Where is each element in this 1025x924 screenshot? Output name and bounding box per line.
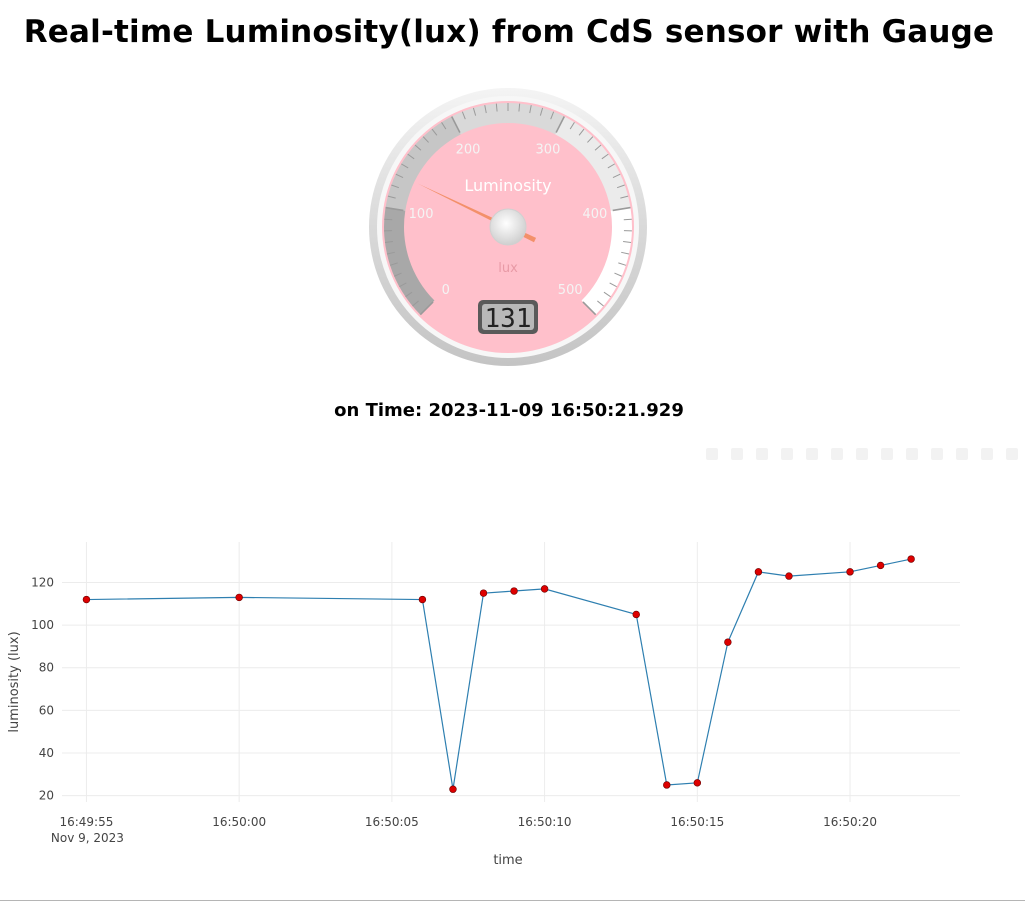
zoom-out-icon[interactable] (856, 448, 868, 460)
bottom-divider (0, 900, 1025, 901)
chart-grid (62, 542, 960, 802)
gauge-value-box: 131 (478, 300, 538, 334)
gauge-tick-label: 200 (456, 143, 481, 158)
pan-icon[interactable] (756, 448, 768, 460)
x-axis-title: time (493, 853, 522, 868)
luminosity-series-line (86, 558, 912, 790)
gauge-tick-label: 400 (583, 207, 608, 222)
gauge-tick-label: 100 (409, 207, 434, 222)
camera-icon[interactable] (706, 448, 718, 460)
box-select-icon[interactable] (781, 448, 793, 460)
y-tick-label: 100 (31, 618, 54, 632)
y-axis-title: luminosity (lux) (7, 631, 22, 732)
data-point[interactable] (907, 555, 915, 563)
data-point[interactable] (449, 785, 457, 793)
lasso-select-icon[interactable] (806, 448, 818, 460)
x-tick-label: 16:50:05 (365, 815, 419, 829)
gauge-tick-label: 300 (536, 143, 561, 158)
timestamp-text: on Time: 2023-11-09 16:50:21.929 (334, 400, 684, 421)
data-point[interactable] (693, 779, 702, 787)
hover-closest-icon[interactable] (956, 448, 968, 460)
data-point[interactable] (663, 781, 671, 789)
luminosity-line-chart: 20 40 60 80 100 120 16:49:55 Nov 9, 2023 16:50:0… (7, 542, 960, 868)
data-point[interactable] (846, 568, 854, 576)
y-tick-label: 20 (39, 789, 54, 803)
gauge-value: 131 (485, 304, 532, 334)
gauge-units: lux (498, 261, 518, 276)
gauge-needle-hub (489, 208, 527, 246)
reset-axes-icon[interactable] (906, 448, 918, 460)
x-tick-label: 16:50:15 (670, 815, 724, 829)
gauge-tick (623, 218, 632, 221)
data-point[interactable] (235, 593, 243, 602)
zoom-icon[interactable] (731, 448, 743, 460)
page-title: Real-time Luminosity(lux) from CdS senso… (23, 14, 995, 50)
data-point[interactable] (724, 638, 732, 646)
x-tick-label: 16:50:00 (212, 815, 266, 829)
hover-compare-icon[interactable] (981, 448, 993, 460)
data-point[interactable] (510, 587, 518, 595)
chart-modebar (698, 444, 1025, 464)
y-tick-label: 60 (39, 703, 54, 717)
gauge-title: Luminosity (464, 176, 551, 195)
data-point[interactable] (632, 610, 640, 619)
data-point[interactable] (418, 595, 427, 604)
luminosity-gauge: 0 100 200 300 400 500 Luminosity lux 131 (369, 88, 647, 366)
plotly-logo-icon[interactable] (1006, 448, 1018, 460)
spike-lines-icon[interactable] (931, 448, 943, 460)
gauge-tick (384, 218, 393, 221)
data-point[interactable] (876, 561, 885, 570)
gauge-tick-label: 500 (558, 283, 583, 298)
data-point[interactable] (540, 585, 549, 593)
data-point[interactable] (82, 595, 91, 604)
gauge-tick-label: 0 (442, 283, 450, 298)
x-tick-label: 16:50:20 (823, 815, 877, 829)
autoscale-icon[interactable] (881, 448, 893, 460)
x-tick-label: 16:49:55 (59, 815, 113, 829)
data-point[interactable] (785, 572, 793, 580)
data-point[interactable] (754, 568, 763, 576)
zoom-in-icon[interactable] (831, 448, 843, 460)
y-tick-label: 120 (31, 575, 54, 589)
y-tick-label: 80 (39, 661, 54, 675)
data-point[interactable] (479, 589, 488, 597)
x-tick-label: 16:50:10 (518, 815, 572, 829)
y-tick-label: 40 (39, 746, 54, 760)
x-tick-date-label: Nov 9, 2023 (51, 831, 124, 845)
